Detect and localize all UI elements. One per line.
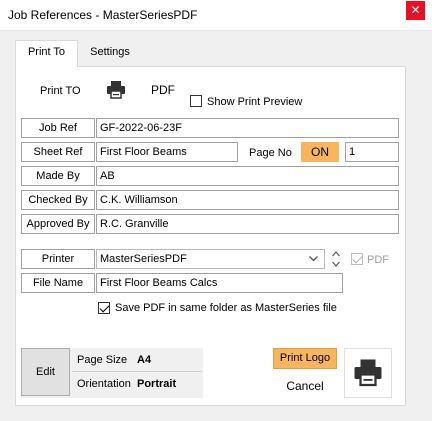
page-no-label: Page No <box>249 147 292 159</box>
printer-button[interactable] <box>97 71 135 109</box>
print-button[interactable] <box>344 348 392 398</box>
sheet-ref-input[interactable]: First Floor Beams <box>96 142 238 162</box>
job-ref-label: Job Ref <box>21 118 95 138</box>
made-by-input[interactable]: AB <box>96 166 399 186</box>
printer-select-value: MasterSeriesPDF <box>100 253 187 265</box>
tab-print-to-label: Print To <box>27 46 66 58</box>
show-print-preview-label: Show Print Preview <box>207 96 303 108</box>
print-logo-button[interactable]: Print Logo <box>273 348 337 369</box>
tab-print-to[interactable]: Print To <box>15 40 78 67</box>
printer-label: Printer <box>21 249 95 269</box>
file-name-input[interactable]: First Floor Beams Calcs <box>96 273 343 293</box>
pdf-button[interactable]: PDF <box>144 71 182 109</box>
printer-pdf-label: PDF <box>367 254 389 266</box>
window-title: Job References - MasterSeriesPDF <box>8 8 198 22</box>
cancel-label: Cancel <box>286 379 324 393</box>
show-print-preview-checkbox[interactable] <box>190 95 202 107</box>
printer-large-icon <box>354 359 382 387</box>
checked-by-label: Checked By <box>21 190 95 210</box>
printer-pdf-checkbox[interactable] <box>351 253 363 265</box>
page-size-label: Page Size <box>77 354 128 366</box>
tab-settings[interactable]: Settings <box>80 41 140 65</box>
chevron-up-icon <box>332 251 340 257</box>
file-name-label: File Name <box>21 273 95 293</box>
chevron-down-icon <box>309 256 318 262</box>
approved-by-label: Approved By <box>21 214 95 234</box>
tab-settings-label: Settings <box>90 46 130 58</box>
close-button[interactable]: ✕ <box>406 1 425 20</box>
pdf-button-label: PDF <box>151 83 175 97</box>
edit-page-setup-button[interactable]: Edit <box>21 348 70 396</box>
orientation-label: Orientation <box>77 378 131 390</box>
made-by-label: Made By <box>21 166 95 186</box>
sheet-ref-label: Sheet Ref <box>21 142 95 162</box>
chevron-down-small-icon <box>332 261 340 267</box>
orientation-value: Portrait <box>137 378 177 390</box>
page-size-value: A4 <box>137 354 152 366</box>
title-bar: Job References - MasterSeriesPDF ✕ <box>0 0 432 31</box>
printer-icon <box>107 81 125 99</box>
page-setup-divider <box>72 371 202 372</box>
save-pdf-checkbox[interactable] <box>98 302 110 314</box>
approved-by-input[interactable]: R.C. Granville <box>96 214 399 234</box>
cancel-button[interactable]: Cancel <box>273 375 337 397</box>
checked-by-input[interactable]: C.K. Williamson <box>96 190 399 210</box>
printer-spinner[interactable] <box>330 249 342 269</box>
print-to-label: Print TO <box>40 85 81 97</box>
page-no-input[interactable]: 1 <box>345 142 399 162</box>
printer-select[interactable]: MasterSeriesPDF <box>96 249 325 269</box>
job-ref-input[interactable]: GF-2022-06-23F <box>96 118 399 138</box>
print-logo-label: Print Logo <box>279 352 331 364</box>
save-pdf-label: Save PDF in same folder as MasterSeries … <box>115 302 337 314</box>
page-no-toggle[interactable]: ON <box>301 142 339 162</box>
edit-label: Edit <box>36 366 55 378</box>
close-icon: ✕ <box>410 3 421 17</box>
